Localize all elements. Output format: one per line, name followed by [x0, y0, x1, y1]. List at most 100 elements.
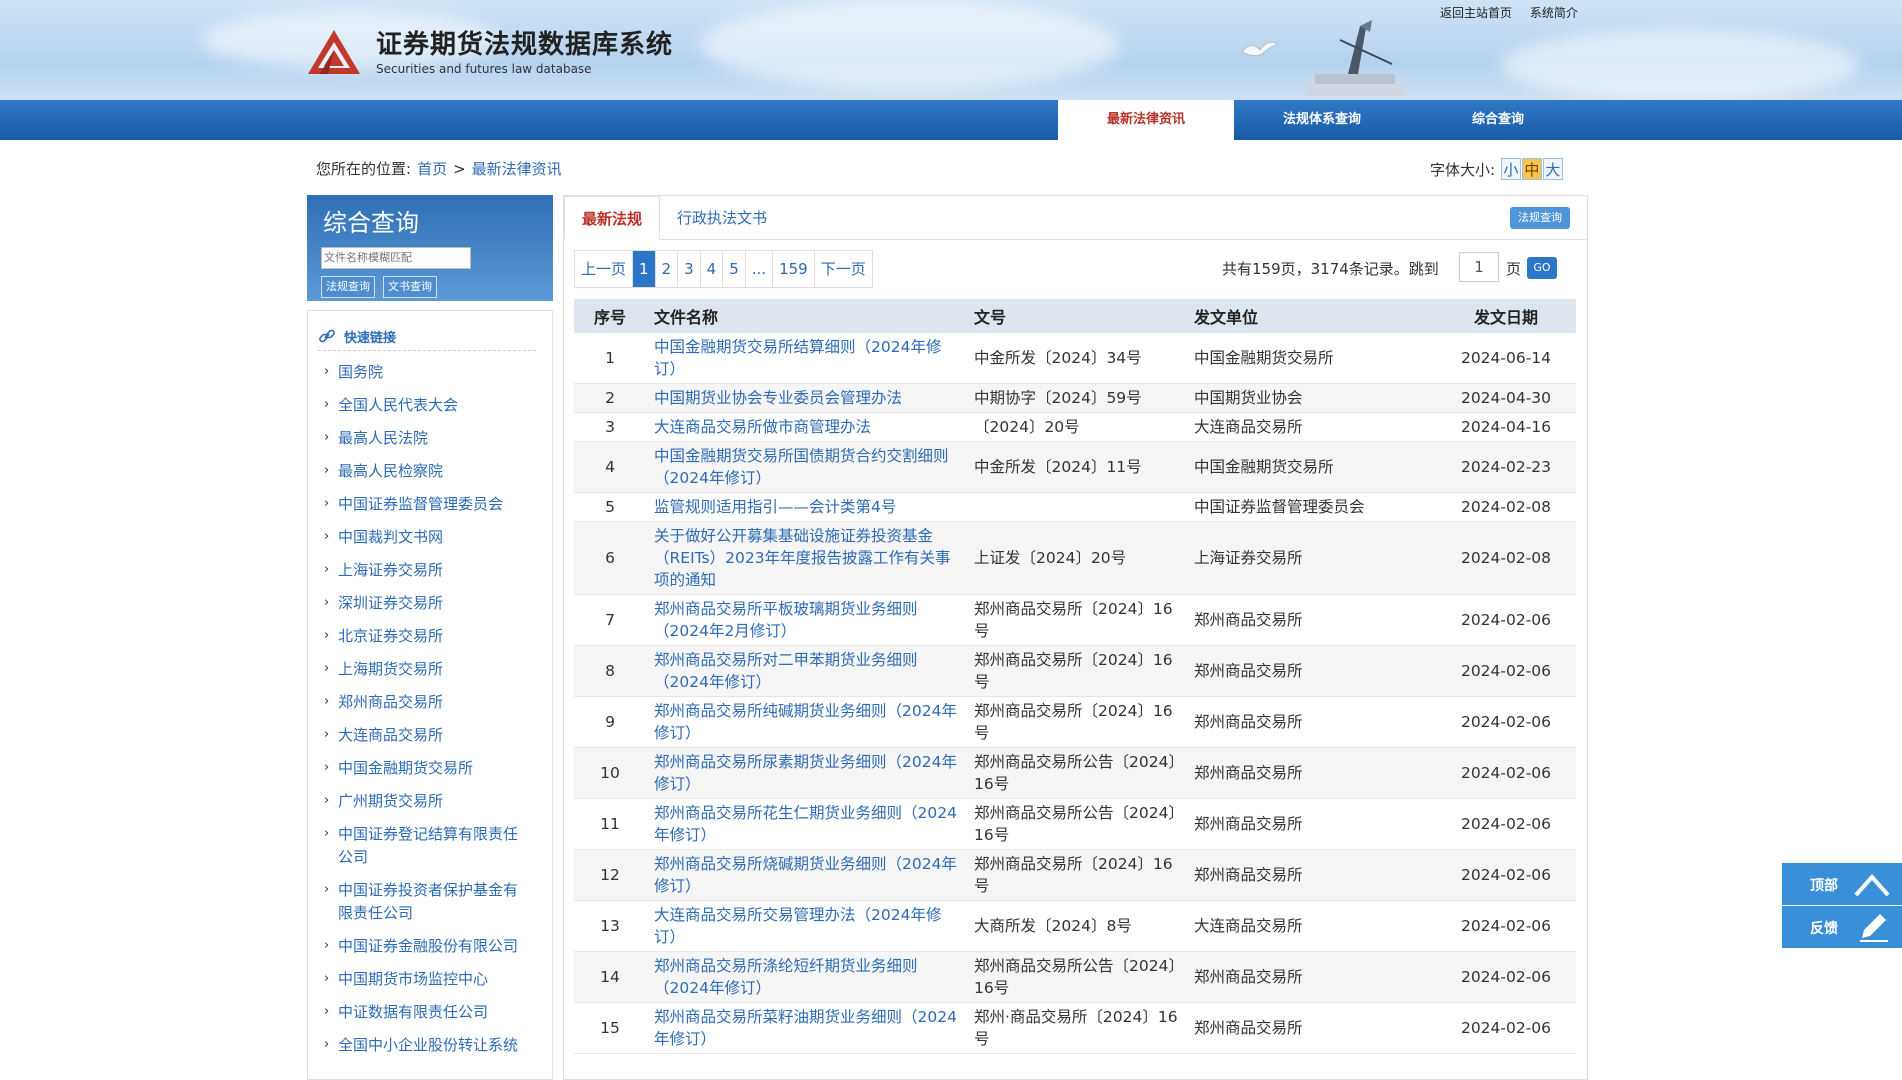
row-doc-number: 郑州·商品交易所〔2024〕16号 [966, 1002, 1186, 1054]
row-issuer: 中国金融期货交易所 [1186, 441, 1436, 493]
row-title-link[interactable]: 中国金融期货交易所结算细则（2024年修订） [646, 333, 966, 384]
page-button-5[interactable]: 5 [723, 251, 746, 287]
quick-link-item[interactable]: 大连商品交易所 [320, 723, 530, 747]
table-row: 11 郑州商品交易所花生仁期货业务细则（2024年修订） 郑州商品交易所公告〔202… [574, 798, 1576, 850]
main-content: 最新法规 行政执法文书 法规查询 上一页 1 2 3 4 5 ... 159 下… [563, 195, 1588, 1080]
row-title-link[interactable]: 郑州商品交易所菜籽油期货业务细则（2024年修订） [646, 1002, 966, 1054]
main-nav: 最新法律资讯 法规体系查询 综合查询 [0, 100, 1902, 140]
row-title-link[interactable]: 关于做好公开募集基础设施证券投资基金（REITs）2023年年度报告披露工作有关… [646, 521, 966, 595]
quick-link-item[interactable]: 中国证券金融股份有限公司 [320, 934, 530, 958]
tab-enforcement-documents[interactable]: 行政执法文书 [677, 196, 767, 240]
jump-page-input[interactable]: 1 [1459, 252, 1499, 282]
row-title-link[interactable]: 郑州商品交易所烧碱期货业务细则（2024年修订） [646, 849, 966, 901]
row-issuer: 中国期货业协会 [1186, 383, 1436, 413]
table-row: 10 郑州商品交易所尿素期货业务细则（2024年修订） 郑州商品交易所公告〔2024… [574, 747, 1576, 799]
page-button-3[interactable]: 3 [678, 251, 701, 287]
row-doc-number: 〔2024〕20号 [966, 412, 1186, 442]
row-title-link[interactable]: 郑州商品交易所对二甲苯期货业务细则（2024年修订） [646, 645, 966, 697]
header-doc-number: 文号 [966, 299, 1186, 333]
quick-link-item[interactable]: 北京证券交易所 [320, 624, 530, 648]
row-issuer: 郑州商品交易所 [1186, 696, 1436, 748]
quick-link-item[interactable]: 全国中小企业股份转让系统 [320, 1033, 530, 1057]
tab-latest-regulations[interactable]: 最新法规 [564, 196, 660, 240]
table-row: 8 郑州商品交易所对二甲苯期货业务细则（2024年修订） 郑州商品交易所〔2024〕… [574, 645, 1576, 697]
page-button-last[interactable]: 159 [773, 251, 815, 287]
quick-link-item[interactable]: 中国证券登记结算有限责任公司 [320, 822, 530, 869]
row-title-link[interactable]: 郑州商品交易所平板玻璃期货业务细则（2024年2月修订） [646, 594, 966, 646]
row-date: 2024-02-06 [1436, 645, 1576, 697]
search-input[interactable] [321, 247, 471, 269]
quick-link-item[interactable]: 中国期货市场监控中心 [320, 967, 530, 991]
row-title-link[interactable]: 中国期货业协会专业委员会管理办法 [646, 383, 966, 413]
table-row: 3 大连商品交易所做市商管理办法 〔2024〕20号 大连商品交易所 2024-04-1… [574, 412, 1576, 442]
page-button-2[interactable]: 2 [656, 251, 679, 287]
font-size-small[interactable]: 小 [1500, 158, 1521, 180]
next-page-button[interactable]: 下一页 [815, 251, 872, 287]
row-date: 2024-02-08 [1436, 521, 1576, 595]
row-date: 2024-02-06 [1436, 747, 1576, 799]
go-button[interactable]: GO [1527, 257, 1557, 279]
regulation-search-button[interactable]: 法规查询 [321, 276, 375, 298]
link-icon [319, 329, 335, 343]
regulation-query-button[interactable]: 法规查询 [1510, 207, 1570, 229]
breadcrumb-current[interactable]: 最新法律资讯 [472, 160, 562, 178]
nav-tab-regulation-system[interactable]: 法规体系查询 [1234, 100, 1410, 140]
quick-links-title: 快速链接 [344, 331, 397, 346]
feedback-label: 反馈 [1810, 921, 1838, 937]
row-title-link[interactable]: 监管规则适用指引——会计类第4号 [646, 492, 966, 522]
row-doc-number: 郑州商品交易所公告〔2024〕16号 [966, 747, 1186, 799]
breadcrumb-home-link[interactable]: 首页 [417, 160, 447, 178]
quick-link-item[interactable]: 中国证券监督管理委员会 [320, 492, 530, 516]
quick-link-item[interactable]: 最高人民法院 [320, 426, 530, 450]
nav-tab-latest-news[interactable]: 最新法律资讯 [1058, 100, 1234, 140]
row-date: 2024-02-06 [1436, 900, 1576, 952]
nav-tab-comprehensive-query[interactable]: 综合查询 [1410, 100, 1586, 140]
row-date: 2024-02-06 [1436, 849, 1576, 901]
quick-link-item[interactable]: 国务院 [320, 360, 530, 384]
top-link-home[interactable]: 返回主站首页 [1440, 6, 1512, 20]
table-row: 6 关于做好公开募集基础设施证券投资基金（REITs）2023年年度报告披露工作有… [574, 521, 1576, 595]
row-number: 14 [574, 951, 646, 1003]
row-title-link[interactable]: 郑州商品交易所纯碱期货业务细则（2024年修订） [646, 696, 966, 748]
quick-link-item[interactable]: 中国金融期货交易所 [320, 756, 530, 780]
top-link-intro[interactable]: 系统简介 [1530, 6, 1578, 20]
row-issuer: 郑州商品交易所 [1186, 951, 1436, 1003]
font-size-medium[interactable]: 中 [1521, 158, 1542, 180]
row-title-link[interactable]: 中国金融期货交易所国债期货合约交割细则（2024年修订） [646, 441, 966, 493]
row-title-link[interactable]: 郑州商品交易所花生仁期货业务细则（2024年修订） [646, 798, 966, 850]
back-to-top-button[interactable]: 顶部 [1782, 863, 1902, 905]
font-size-label: 字体大小: [1430, 161, 1496, 179]
row-title-link[interactable]: 郑州商品交易所涤纶短纤期货业务细则（2024年修订） [646, 951, 966, 1003]
document-search-button[interactable]: 文书查询 [383, 276, 437, 298]
row-number: 7 [574, 594, 646, 646]
font-size-large[interactable]: 大 [1542, 158, 1563, 180]
quick-link-item[interactable]: 上海证券交易所 [320, 558, 530, 582]
quick-link-item[interactable]: 中证数据有限责任公司 [320, 1000, 530, 1024]
row-date: 2024-02-06 [1436, 696, 1576, 748]
row-issuer: 郑州商品交易所 [1186, 747, 1436, 799]
breadcrumb-separator: > [453, 160, 466, 178]
quick-link-item[interactable]: 深圳证券交易所 [320, 591, 530, 615]
quick-link-item[interactable]: 全国人民代表大会 [320, 393, 530, 417]
quick-link-item[interactable]: 中国证券投资者保护基金有限责任公司 [320, 878, 530, 925]
page-button-1[interactable]: 1 [633, 251, 656, 287]
quick-link-item[interactable]: 中国裁判文书网 [320, 525, 530, 549]
quick-link-item[interactable]: 郑州商品交易所 [320, 690, 530, 714]
row-doc-number: 郑州商品交易所〔2024〕16号 [966, 645, 1186, 697]
regulations-table: 序号 文件名称 文号 发文单位 发文日期 1 中国金融期货交易所结算细则（2024… [574, 299, 1576, 1054]
page-unit-label: 页 [1506, 260, 1522, 278]
row-doc-number [966, 492, 1186, 522]
row-title-link[interactable]: 大连商品交易所做市商管理办法 [646, 412, 966, 442]
feedback-button[interactable]: 反馈 [1782, 906, 1902, 948]
header-title: 文件名称 [646, 299, 966, 333]
row-number: 11 [574, 798, 646, 850]
quick-link-item[interactable]: 最高人民检察院 [320, 459, 530, 483]
row-number: 12 [574, 849, 646, 901]
row-title-link[interactable]: 郑州商品交易所尿素期货业务细则（2024年修订） [646, 747, 966, 799]
quick-link-item[interactable]: 上海期货交易所 [320, 657, 530, 681]
back-to-top-label: 顶部 [1810, 878, 1838, 894]
row-title-link[interactable]: 大连商品交易所交易管理办法（2024年修订） [646, 900, 966, 952]
quick-link-item[interactable]: 广州期货交易所 [320, 789, 530, 813]
page-button-4[interactable]: 4 [701, 251, 724, 287]
prev-page-button[interactable]: 上一页 [575, 251, 634, 287]
